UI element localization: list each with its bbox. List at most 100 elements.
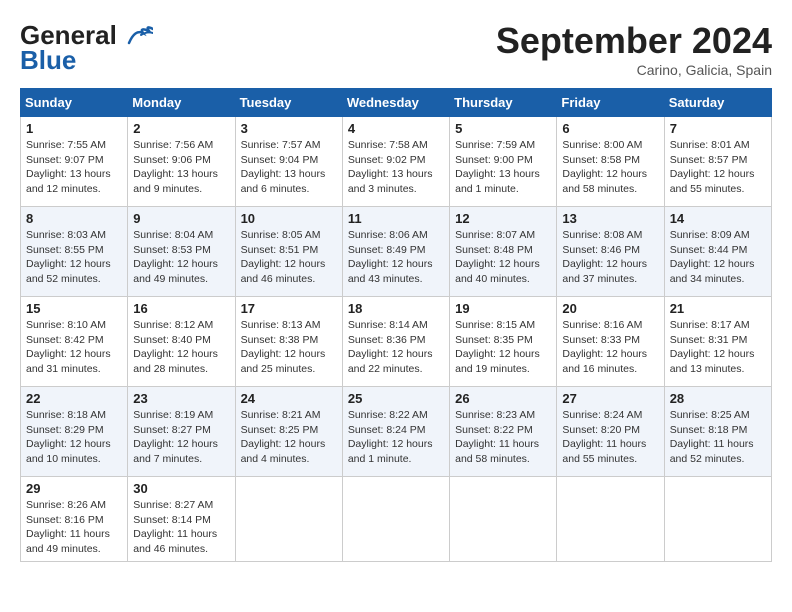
calendar-week-row: 29 Sunrise: 8:26 AMSunset: 8:16 PMDaylig… xyxy=(21,477,772,562)
day-number: 20 xyxy=(562,301,658,316)
day-number: 2 xyxy=(133,121,229,136)
day-number: 1 xyxy=(26,121,122,136)
calendar-cell: 7 Sunrise: 8:01 AMSunset: 8:57 PMDayligh… xyxy=(664,117,771,207)
day-number: 9 xyxy=(133,211,229,226)
day-info: Sunrise: 8:18 AMSunset: 8:29 PMDaylight:… xyxy=(26,409,111,465)
calendar-week-row: 1 Sunrise: 7:55 AMSunset: 9:07 PMDayligh… xyxy=(21,117,772,207)
calendar-cell: 25 Sunrise: 8:22 AMSunset: 8:24 PMDaylig… xyxy=(342,387,449,477)
day-info: Sunrise: 8:22 AMSunset: 8:24 PMDaylight:… xyxy=(348,409,433,465)
calendar-cell: 15 Sunrise: 8:10 AMSunset: 8:42 PMDaylig… xyxy=(21,297,128,387)
day-number: 27 xyxy=(562,391,658,406)
day-info: Sunrise: 8:04 AMSunset: 8:53 PMDaylight:… xyxy=(133,229,218,285)
calendar-cell xyxy=(557,477,664,562)
calendar-cell: 23 Sunrise: 8:19 AMSunset: 8:27 PMDaylig… xyxy=(128,387,235,477)
day-number: 24 xyxy=(241,391,337,406)
day-number: 30 xyxy=(133,481,229,496)
calendar-cell: 18 Sunrise: 8:14 AMSunset: 8:36 PMDaylig… xyxy=(342,297,449,387)
day-number: 16 xyxy=(133,301,229,316)
day-info: Sunrise: 8:16 AMSunset: 8:33 PMDaylight:… xyxy=(562,319,647,375)
day-info: Sunrise: 8:05 AMSunset: 8:51 PMDaylight:… xyxy=(241,229,326,285)
calendar-cell: 9 Sunrise: 8:04 AMSunset: 8:53 PMDayligh… xyxy=(128,207,235,297)
calendar-cell: 16 Sunrise: 8:12 AMSunset: 8:40 PMDaylig… xyxy=(128,297,235,387)
month-title: September 2024 xyxy=(496,20,772,62)
calendar-week-row: 8 Sunrise: 8:03 AMSunset: 8:55 PMDayligh… xyxy=(21,207,772,297)
page-header: General Blue September 2024 Carino, Gali… xyxy=(20,20,772,78)
day-info: Sunrise: 8:14 AMSunset: 8:36 PMDaylight:… xyxy=(348,319,433,375)
day-number: 4 xyxy=(348,121,444,136)
day-number: 14 xyxy=(670,211,766,226)
day-number: 26 xyxy=(455,391,551,406)
calendar-cell: 20 Sunrise: 8:16 AMSunset: 8:33 PMDaylig… xyxy=(557,297,664,387)
day-info: Sunrise: 8:26 AMSunset: 8:16 PMDaylight:… xyxy=(26,499,110,555)
calendar-header-monday: Monday xyxy=(128,89,235,117)
calendar-cell: 4 Sunrise: 7:58 AMSunset: 9:02 PMDayligh… xyxy=(342,117,449,207)
day-info: Sunrise: 8:08 AMSunset: 8:46 PMDaylight:… xyxy=(562,229,647,285)
calendar-cell: 14 Sunrise: 8:09 AMSunset: 8:44 PMDaylig… xyxy=(664,207,771,297)
day-number: 28 xyxy=(670,391,766,406)
day-info: Sunrise: 8:13 AMSunset: 8:38 PMDaylight:… xyxy=(241,319,326,375)
day-info: Sunrise: 7:58 AMSunset: 9:02 PMDaylight:… xyxy=(348,139,433,195)
day-number: 6 xyxy=(562,121,658,136)
day-info: Sunrise: 8:27 AMSunset: 8:14 PMDaylight:… xyxy=(133,499,217,555)
day-number: 17 xyxy=(241,301,337,316)
calendar-week-row: 22 Sunrise: 8:18 AMSunset: 8:29 PMDaylig… xyxy=(21,387,772,477)
calendar-cell: 29 Sunrise: 8:26 AMSunset: 8:16 PMDaylig… xyxy=(21,477,128,562)
calendar-cell: 10 Sunrise: 8:05 AMSunset: 8:51 PMDaylig… xyxy=(235,207,342,297)
day-info: Sunrise: 7:57 AMSunset: 9:04 PMDaylight:… xyxy=(241,139,326,195)
day-number: 22 xyxy=(26,391,122,406)
calendar-cell xyxy=(450,477,557,562)
day-info: Sunrise: 8:01 AMSunset: 8:57 PMDaylight:… xyxy=(670,139,755,195)
calendar-cell: 26 Sunrise: 8:23 AMSunset: 8:22 PMDaylig… xyxy=(450,387,557,477)
day-number: 21 xyxy=(670,301,766,316)
title-block: September 2024 Carino, Galicia, Spain xyxy=(496,20,772,78)
day-number: 18 xyxy=(348,301,444,316)
day-number: 19 xyxy=(455,301,551,316)
calendar-cell: 12 Sunrise: 8:07 AMSunset: 8:48 PMDaylig… xyxy=(450,207,557,297)
calendar-header-tuesday: Tuesday xyxy=(235,89,342,117)
calendar-cell: 5 Sunrise: 7:59 AMSunset: 9:00 PMDayligh… xyxy=(450,117,557,207)
day-number: 12 xyxy=(455,211,551,226)
day-number: 13 xyxy=(562,211,658,226)
day-info: Sunrise: 8:06 AMSunset: 8:49 PMDaylight:… xyxy=(348,229,433,285)
day-number: 7 xyxy=(670,121,766,136)
calendar-cell: 17 Sunrise: 8:13 AMSunset: 8:38 PMDaylig… xyxy=(235,297,342,387)
calendar-cell: 19 Sunrise: 8:15 AMSunset: 8:35 PMDaylig… xyxy=(450,297,557,387)
calendar-cell: 21 Sunrise: 8:17 AMSunset: 8:31 PMDaylig… xyxy=(664,297,771,387)
calendar-cell: 6 Sunrise: 8:00 AMSunset: 8:58 PMDayligh… xyxy=(557,117,664,207)
day-info: Sunrise: 8:07 AMSunset: 8:48 PMDaylight:… xyxy=(455,229,540,285)
day-number: 23 xyxy=(133,391,229,406)
calendar-cell: 8 Sunrise: 8:03 AMSunset: 8:55 PMDayligh… xyxy=(21,207,128,297)
calendar-header-friday: Friday xyxy=(557,89,664,117)
calendar-cell: 28 Sunrise: 8:25 AMSunset: 8:18 PMDaylig… xyxy=(664,387,771,477)
calendar-table: SundayMondayTuesdayWednesdayThursdayFrid… xyxy=(20,88,772,562)
calendar-header-row: SundayMondayTuesdayWednesdayThursdayFrid… xyxy=(21,89,772,117)
calendar-cell xyxy=(235,477,342,562)
calendar-cell: 3 Sunrise: 7:57 AMSunset: 9:04 PMDayligh… xyxy=(235,117,342,207)
day-info: Sunrise: 8:15 AMSunset: 8:35 PMDaylight:… xyxy=(455,319,540,375)
calendar-body: 1 Sunrise: 7:55 AMSunset: 9:07 PMDayligh… xyxy=(21,117,772,562)
logo: General Blue xyxy=(20,20,153,76)
day-number: 15 xyxy=(26,301,122,316)
calendar-header-saturday: Saturday xyxy=(664,89,771,117)
calendar-cell: 22 Sunrise: 8:18 AMSunset: 8:29 PMDaylig… xyxy=(21,387,128,477)
calendar-cell xyxy=(342,477,449,562)
calendar-header-thursday: Thursday xyxy=(450,89,557,117)
day-info: Sunrise: 8:25 AMSunset: 8:18 PMDaylight:… xyxy=(670,409,754,465)
day-info: Sunrise: 8:23 AMSunset: 8:22 PMDaylight:… xyxy=(455,409,539,465)
day-number: 10 xyxy=(241,211,337,226)
day-number: 8 xyxy=(26,211,122,226)
day-info: Sunrise: 8:10 AMSunset: 8:42 PMDaylight:… xyxy=(26,319,111,375)
day-info: Sunrise: 8:24 AMSunset: 8:20 PMDaylight:… xyxy=(562,409,646,465)
day-info: Sunrise: 8:03 AMSunset: 8:55 PMDaylight:… xyxy=(26,229,111,285)
calendar-cell: 30 Sunrise: 8:27 AMSunset: 8:14 PMDaylig… xyxy=(128,477,235,562)
day-number: 25 xyxy=(348,391,444,406)
calendar-cell: 2 Sunrise: 7:56 AMSunset: 9:06 PMDayligh… xyxy=(128,117,235,207)
day-number: 29 xyxy=(26,481,122,496)
calendar-cell: 1 Sunrise: 7:55 AMSunset: 9:07 PMDayligh… xyxy=(21,117,128,207)
calendar-cell: 11 Sunrise: 8:06 AMSunset: 8:49 PMDaylig… xyxy=(342,207,449,297)
day-info: Sunrise: 7:59 AMSunset: 9:00 PMDaylight:… xyxy=(455,139,540,195)
day-info: Sunrise: 8:21 AMSunset: 8:25 PMDaylight:… xyxy=(241,409,326,465)
day-info: Sunrise: 7:55 AMSunset: 9:07 PMDaylight:… xyxy=(26,139,111,195)
location-subtitle: Carino, Galicia, Spain xyxy=(496,62,772,78)
logo-blue: Blue xyxy=(20,45,76,76)
